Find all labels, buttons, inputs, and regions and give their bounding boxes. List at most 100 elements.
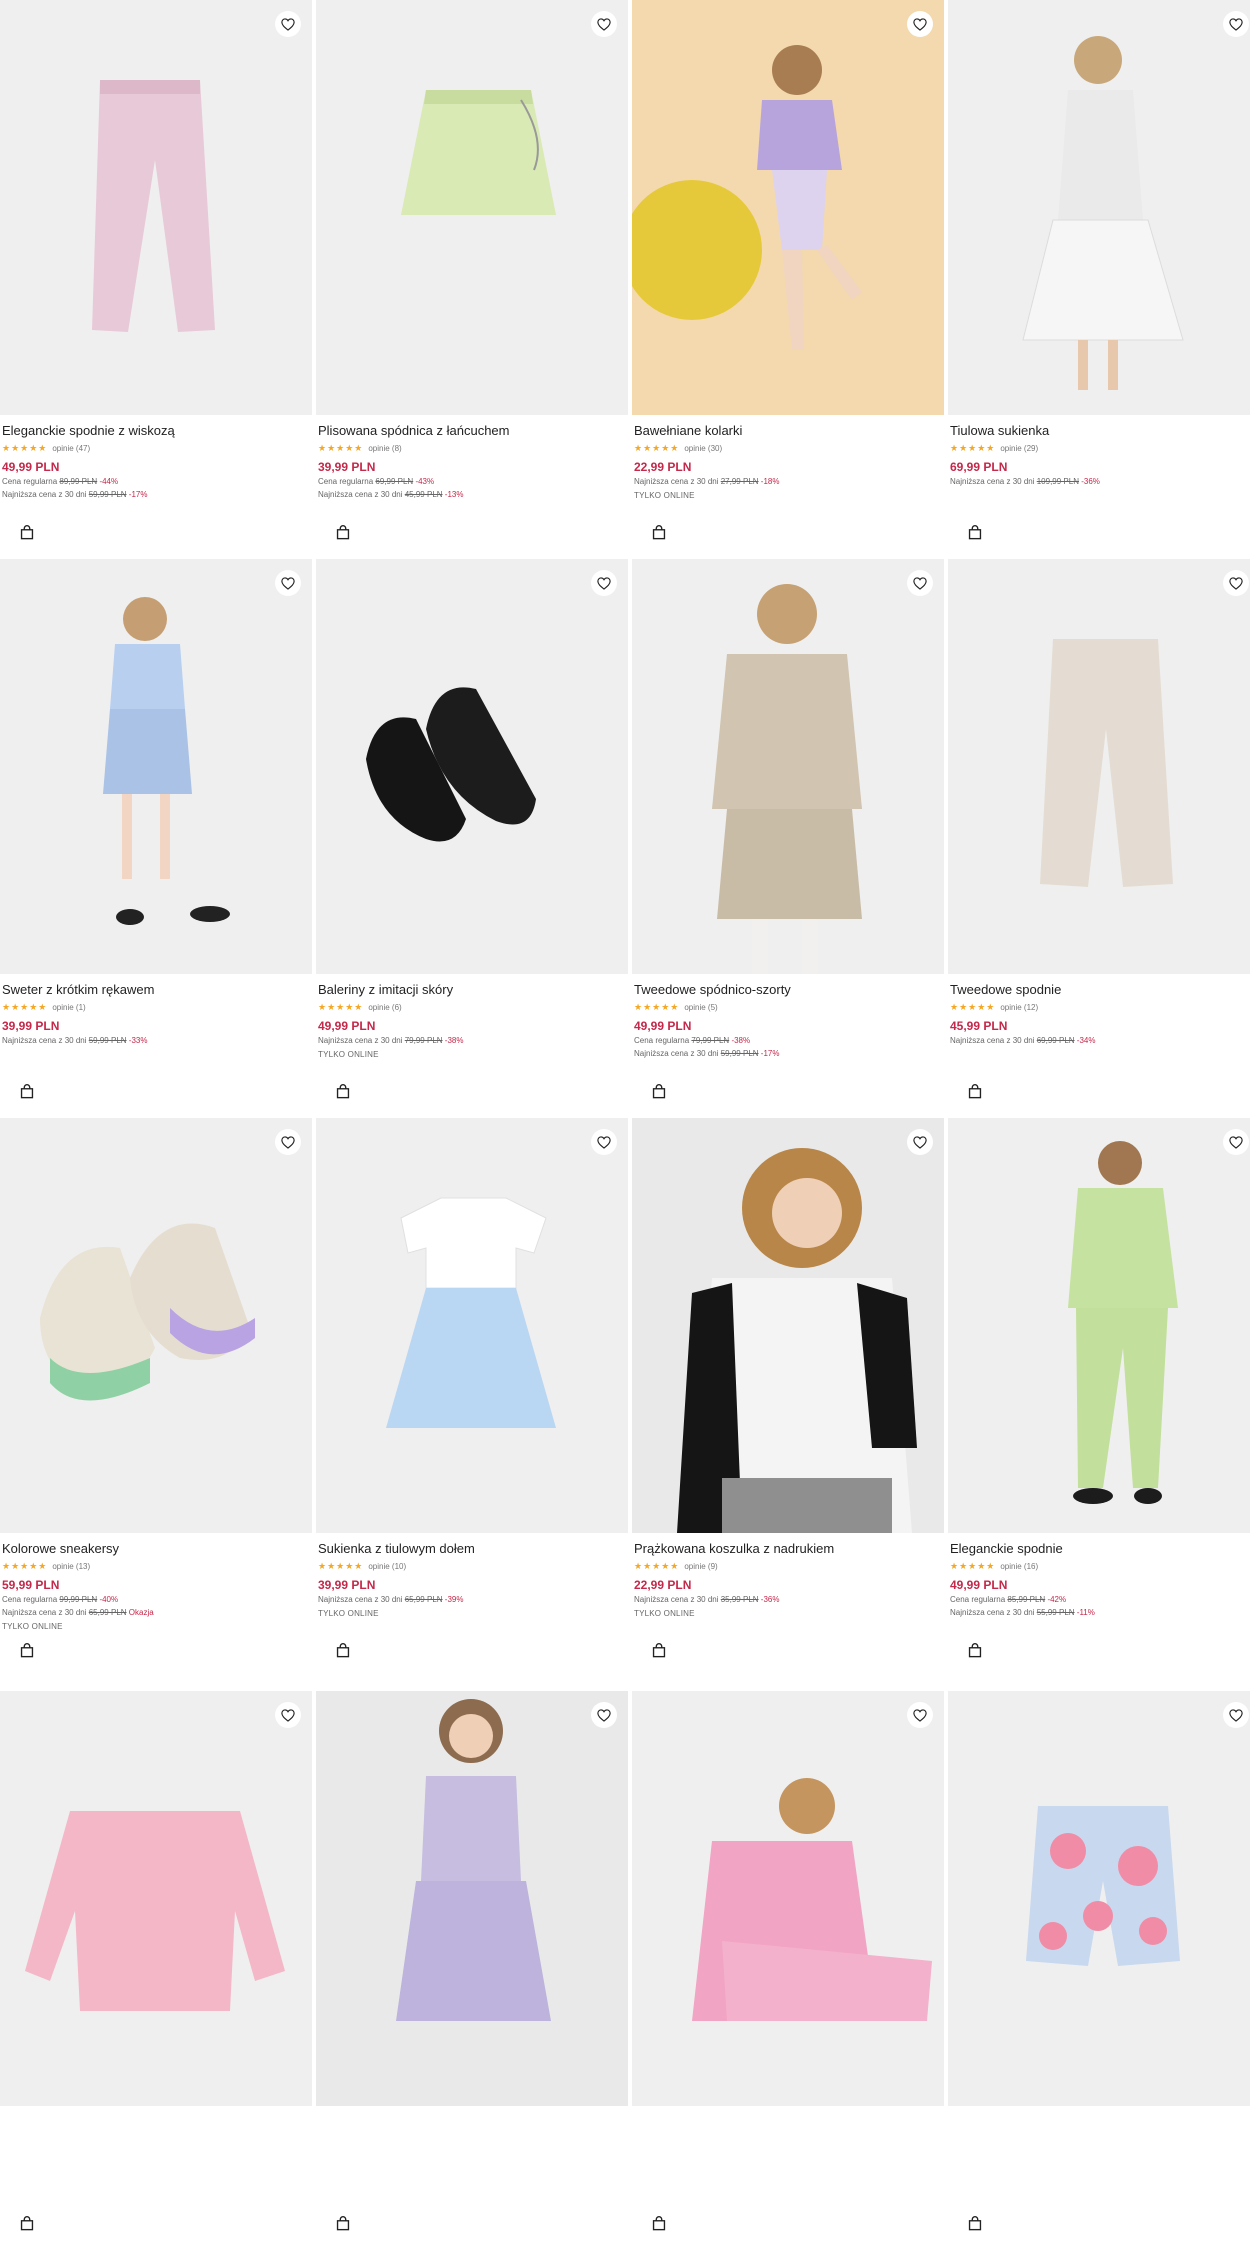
wishlist-button[interactable] [591, 570, 617, 596]
product-name[interactable]: Tiulowa sukienka [950, 423, 1250, 439]
wishlist-button[interactable] [591, 11, 617, 37]
wishlist-button[interactable] [907, 11, 933, 37]
product-name[interactable]: Plisowana spódnica z łańcuchem [318, 423, 626, 439]
product-image[interactable] [0, 1118, 312, 1533]
wishlist-button[interactable] [591, 1129, 617, 1155]
product-rating: ★★★★★ opinie (8) [318, 442, 626, 454]
add-to-cart-button[interactable] [960, 517, 990, 547]
add-to-cart-button[interactable] [644, 1635, 674, 1665]
product-name[interactable]: Eleganckie spodnie [950, 1541, 1250, 1557]
add-to-cart-button[interactable] [12, 517, 42, 547]
product-info: Eleganckie spodnie ★★★★★ opinie (16) 49,99 … [950, 1541, 1250, 1618]
add-to-cart-button[interactable] [328, 2208, 358, 2238]
product-card[interactable] [0, 1691, 312, 2250]
product-image[interactable] [632, 1691, 944, 2106]
review-count[interactable]: opinie (5) [684, 1003, 717, 1012]
product-image[interactable] [0, 559, 312, 974]
product-image[interactable] [948, 1691, 1250, 2106]
product-name[interactable]: Tweedowe spódnico-szorty [634, 982, 942, 998]
product-card[interactable]: Bawełniane kolarki ★★★★★ opinie (30) 22,99 … [632, 0, 944, 559]
add-to-cart-button[interactable] [328, 1076, 358, 1106]
wishlist-button[interactable] [1223, 11, 1249, 37]
wishlist-button[interactable] [1223, 1702, 1249, 1728]
product-name[interactable]: Eleganckie spodnie z wiskozą [2, 423, 310, 439]
wishlist-button[interactable] [275, 11, 301, 37]
wishlist-button[interactable] [1223, 1129, 1249, 1155]
product-card[interactable]: Sukienka z tiulowym dołem ★★★★★ opinie (10… [316, 1118, 628, 1677]
product-card[interactable]: Kolorowe sneakersy ★★★★★ opinie (13) 59,99 … [0, 1118, 312, 1677]
wishlist-button[interactable] [591, 1702, 617, 1728]
wishlist-button[interactable] [275, 1702, 301, 1728]
lowest-price-line: Najniższa cena z 30 dni 109,99 PLN -36% [950, 477, 1100, 486]
product-name[interactable]: Baleriny z imitacji skóry [318, 982, 626, 998]
product-card[interactable]: Sweter z krótkim rękawem ★★★★★ opinie (1) 3… [0, 559, 312, 1118]
online-only-badge: TYLKO ONLINE [634, 491, 695, 500]
add-to-cart-button[interactable] [960, 1076, 990, 1106]
product-card[interactable]: Eleganckie spodnie z wiskozą ★★★★★ opinie … [0, 0, 312, 559]
product-card[interactable]: Prążkowana koszulka z nadrukiem ★★★★★ opin… [632, 1118, 944, 1677]
product-card[interactable]: Baleriny z imitacji skóry ★★★★★ opinie (6)… [316, 559, 628, 1118]
review-count[interactable]: opinie (8) [368, 444, 401, 453]
product-card[interactable] [948, 1691, 1250, 2250]
add-to-cart-button[interactable] [12, 2208, 42, 2238]
product-image[interactable] [0, 0, 312, 415]
wishlist-button[interactable] [275, 1129, 301, 1155]
shopping-bag-icon [968, 1083, 982, 1098]
review-count[interactable]: opinie (1) [52, 1003, 85, 1012]
wishlist-button[interactable] [907, 1702, 933, 1728]
review-count[interactable]: opinie (30) [684, 444, 722, 453]
product-image[interactable] [948, 1118, 1250, 1533]
product-name[interactable]: Prążkowana koszulka z nadrukiem [634, 1541, 942, 1557]
product-image[interactable] [948, 0, 1250, 415]
online-only-badge: TYLKO ONLINE [318, 1050, 379, 1059]
shopping-bag-icon [20, 2215, 34, 2230]
add-to-cart-button[interactable] [12, 1076, 42, 1106]
review-count[interactable]: opinie (29) [1000, 444, 1038, 453]
add-to-cart-button[interactable] [328, 1635, 358, 1665]
add-to-cart-button[interactable] [960, 2208, 990, 2238]
review-count[interactable]: opinie (13) [52, 1562, 90, 1571]
review-count[interactable]: opinie (47) [52, 444, 90, 453]
add-to-cart-button[interactable] [644, 517, 674, 547]
product-image[interactable] [632, 0, 944, 415]
wishlist-button[interactable] [1223, 570, 1249, 596]
product-card[interactable]: Tweedowe spodnie ★★★★★ opinie (12) 45,99 PL… [948, 559, 1250, 1118]
online-only-badge: TYLKO ONLINE [318, 1609, 379, 1618]
product-image[interactable] [316, 1691, 628, 2106]
review-count[interactable]: opinie (9) [684, 1562, 717, 1571]
product-image[interactable] [632, 559, 944, 974]
product-image[interactable] [316, 0, 628, 415]
product-name[interactable]: Bawełniane kolarki [634, 423, 942, 439]
product-card[interactable]: Plisowana spódnica z łańcuchem ★★★★★ opini… [316, 0, 628, 559]
product-image[interactable] [316, 1118, 628, 1533]
product-name[interactable]: Kolorowe sneakersy [2, 1541, 310, 1557]
product-name[interactable]: Sukienka z tiulowym dołem [318, 1541, 626, 1557]
review-count[interactable]: opinie (10) [368, 1562, 406, 1571]
add-to-cart-button[interactable] [328, 517, 358, 547]
lowest-price-line: Najniższa cena z 30 dni 69,99 PLN -34% [950, 1036, 1096, 1045]
add-to-cart-button[interactable] [960, 1635, 990, 1665]
product-image[interactable] [632, 1118, 944, 1533]
product-card[interactable] [316, 1691, 628, 2250]
product-card[interactable]: Tweedowe spódnico-szorty ★★★★★ opinie (5) 4… [632, 559, 944, 1118]
wishlist-button[interactable] [275, 570, 301, 596]
product-name[interactable]: Tweedowe spodnie [950, 982, 1250, 998]
star-icon: ★★★★★ [2, 442, 48, 453]
regular-price-line: Cena regularna 85,99 PLN -42% [950, 1595, 1067, 1604]
product-card[interactable]: Tiulowa sukienka ★★★★★ opinie (29) 69,99 PL… [948, 0, 1250, 559]
review-count[interactable]: opinie (6) [368, 1003, 401, 1012]
review-count[interactable]: opinie (12) [1000, 1003, 1038, 1012]
product-card[interactable]: Eleganckie spodnie ★★★★★ opinie (16) 49,99 … [948, 1118, 1250, 1677]
wishlist-button[interactable] [907, 570, 933, 596]
add-to-cart-button[interactable] [644, 2208, 674, 2238]
product-name[interactable]: Sweter z krótkim rękawem [2, 982, 310, 998]
product-image[interactable] [948, 559, 1250, 974]
product-price: 49,99 PLN [634, 1019, 692, 1033]
product-image[interactable] [316, 559, 628, 974]
review-count[interactable]: opinie (16) [1000, 1562, 1038, 1571]
product-card[interactable] [632, 1691, 944, 2250]
wishlist-button[interactable] [907, 1129, 933, 1155]
add-to-cart-button[interactable] [12, 1635, 42, 1665]
product-image[interactable] [0, 1691, 312, 2106]
add-to-cart-button[interactable] [644, 1076, 674, 1106]
